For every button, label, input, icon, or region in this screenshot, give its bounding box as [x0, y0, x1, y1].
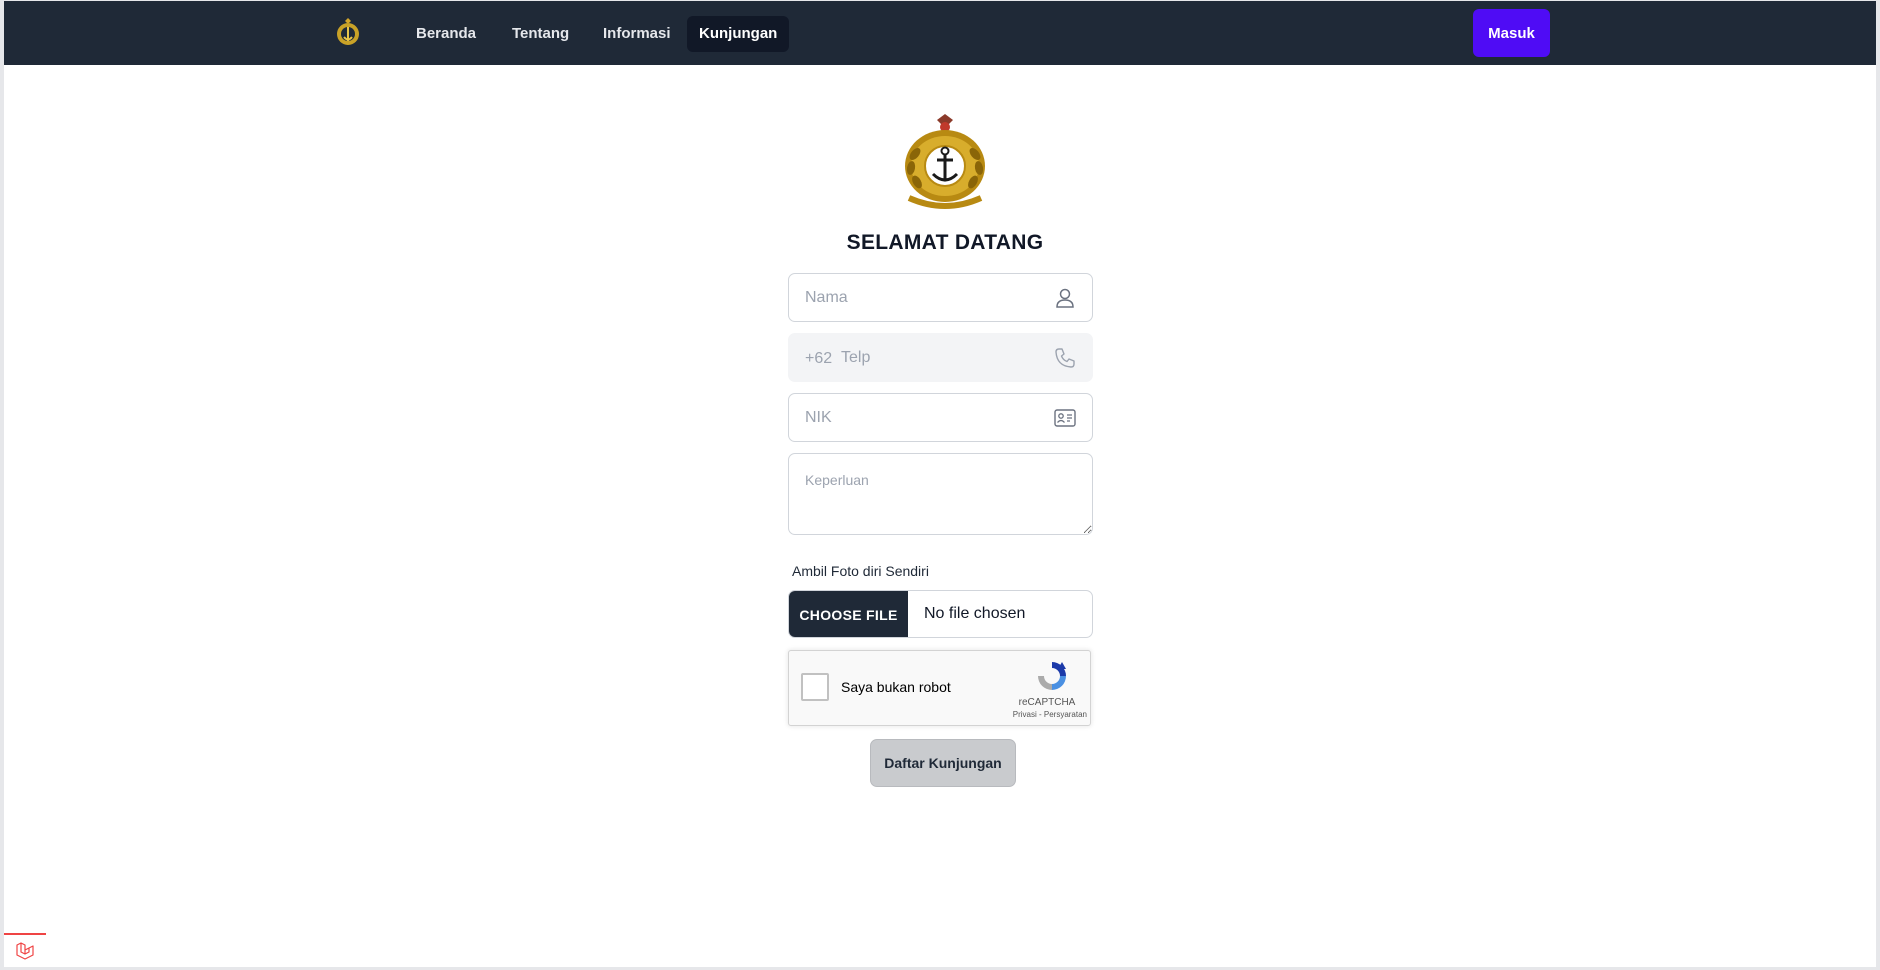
nik-input[interactable]	[789, 394, 1092, 441]
phone-input[interactable]	[789, 334, 1092, 381]
recaptcha-links[interactable]: Privasi - Persyaratan	[989, 710, 1087, 719]
login-button[interactable]: Masuk	[1473, 9, 1550, 57]
recaptcha-brand: reCAPTCHA	[1018, 697, 1076, 708]
navy-emblem-icon[interactable]	[334, 17, 362, 47]
photo-file-input[interactable]: CHOOSE FILE No file chosen	[788, 590, 1093, 638]
name-input[interactable]	[789, 274, 1092, 321]
phone-field[interactable]: +62	[788, 333, 1093, 382]
page-title: SELAMAT DATANG	[846, 231, 1044, 254]
submit-visit-button[interactable]: Daftar Kunjungan	[870, 739, 1016, 787]
recaptcha-label: Saya bukan robot	[841, 679, 951, 695]
phone-icon	[1055, 348, 1075, 368]
laravel-icon	[16, 942, 34, 960]
nik-field[interactable]	[788, 393, 1093, 442]
navbar: Beranda Tentang Informasi Kunjungan Masu…	[4, 1, 1876, 65]
laravel-badge[interactable]	[4, 933, 46, 967]
phone-prefix: +62	[805, 350, 833, 367]
purpose-field[interactable]	[788, 453, 1093, 535]
nav-kunjungan[interactable]: Kunjungan	[687, 16, 790, 52]
recaptcha-checkbox[interactable]	[801, 673, 829, 701]
file-status: No file chosen	[924, 605, 1026, 622]
photo-label: Ambil Foto diri Sendiri	[792, 563, 929, 579]
page: Beranda Tentang Informasi Kunjungan Masu…	[4, 1, 1876, 967]
id-card-icon	[1054, 409, 1076, 427]
purpose-textarea[interactable]	[789, 454, 1092, 534]
recaptcha-logo-icon	[1038, 662, 1066, 690]
name-field[interactable]	[788, 273, 1093, 322]
nav-informasi[interactable]: Informasi	[591, 16, 683, 52]
nav-tentang[interactable]: Tentang	[500, 16, 581, 52]
navy-anchor-emblem	[905, 114, 985, 209]
nav-beranda[interactable]: Beranda	[404, 16, 488, 52]
choose-file-button[interactable]: CHOOSE FILE	[789, 591, 908, 637]
user-icon	[1056, 288, 1074, 308]
recaptcha-widget: Saya bukan robot reCAPTCHA Privasi - Per…	[788, 650, 1091, 726]
